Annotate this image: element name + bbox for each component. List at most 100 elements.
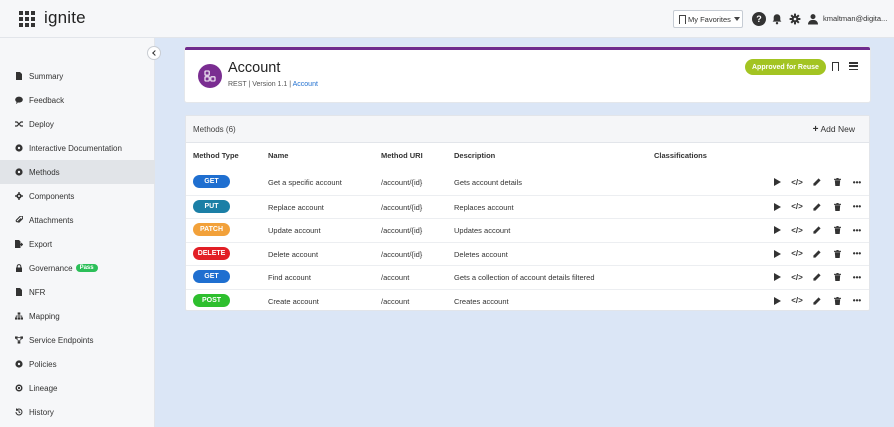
api-component-icon bbox=[198, 64, 222, 88]
settings-gear-icon[interactable] bbox=[788, 12, 802, 26]
play-icon[interactable] bbox=[769, 295, 785, 307]
sidebar-item-deploy[interactable]: Deploy bbox=[0, 112, 155, 136]
method-name[interactable]: Update account bbox=[268, 226, 321, 235]
edit-pencil-icon[interactable] bbox=[809, 248, 825, 260]
sidebar-item-export[interactable]: Export bbox=[0, 232, 155, 256]
edit-pencil-icon[interactable] bbox=[809, 176, 825, 188]
help-icon[interactable]: ? bbox=[752, 12, 766, 26]
table-row[interactable]: PUT Replace account/account/{id} Replaces … bbox=[186, 194, 869, 219]
my-favorites-dropdown[interactable]: My Favorites bbox=[673, 10, 743, 28]
sidebar-item-summary[interactable]: Summary bbox=[0, 64, 155, 88]
trash-icon[interactable] bbox=[829, 248, 845, 260]
menu-icon[interactable] bbox=[849, 62, 858, 70]
paperclip-icon bbox=[15, 216, 23, 224]
trash-icon[interactable] bbox=[829, 271, 845, 283]
trash-icon[interactable] bbox=[829, 176, 845, 188]
code-icon[interactable]: </> bbox=[789, 201, 805, 213]
edit-pencil-icon[interactable] bbox=[809, 224, 825, 236]
sidebar-item-label: Interactive Documentation bbox=[29, 143, 122, 153]
code-icon[interactable]: </> bbox=[789, 248, 805, 260]
code-icon[interactable]: </> bbox=[789, 271, 805, 283]
sidebar-item-label: Feedback bbox=[29, 95, 65, 105]
row-actions: </> ••• bbox=[769, 248, 869, 260]
edit-pencil-icon[interactable] bbox=[809, 271, 825, 283]
more-options-icon[interactable]: ••• bbox=[849, 176, 865, 188]
more-options-icon[interactable]: ••• bbox=[849, 224, 865, 236]
table-row[interactable]: GET Get a specific account/account/{id} Ge… bbox=[186, 171, 869, 195]
sidebar-item-components[interactable]: Components bbox=[0, 184, 155, 208]
sidebar-item-attachments[interactable]: Attachments bbox=[0, 208, 155, 232]
app-logo[interactable]: ignite bbox=[44, 8, 86, 28]
sidebar-item-label: Components bbox=[29, 191, 75, 201]
apps-grid-icon[interactable] bbox=[19, 11, 35, 27]
sidebar-item-mapping[interactable]: Mapping bbox=[0, 304, 155, 328]
header-name: Name bbox=[268, 151, 289, 160]
play-icon[interactable] bbox=[769, 201, 785, 213]
method-uri: /account/{id} bbox=[381, 202, 423, 212]
play-icon[interactable] bbox=[769, 248, 785, 260]
table-row[interactable]: DELETE Delete account/account/{id} Deletes… bbox=[186, 241, 869, 266]
row-actions: </> ••• bbox=[769, 295, 869, 307]
trash-icon[interactable] bbox=[829, 224, 845, 236]
trash-icon[interactable] bbox=[829, 201, 845, 213]
methods-panel-header: Methods (6) + Add New bbox=[186, 116, 869, 143]
edit-pencil-icon[interactable] bbox=[809, 201, 825, 213]
account-header-card: Account REST | Version 1.1 | Account App… bbox=[185, 47, 870, 102]
method-name[interactable]: Create account bbox=[268, 297, 319, 306]
sidebar-item-governance[interactable]: Governance Pass bbox=[0, 256, 155, 280]
more-options-icon[interactable]: ••• bbox=[849, 248, 865, 260]
circle-icon bbox=[15, 168, 23, 176]
user-avatar-icon[interactable] bbox=[806, 12, 820, 26]
account-link[interactable]: Account bbox=[293, 81, 318, 88]
trash-icon[interactable] bbox=[829, 295, 845, 307]
bell-icon[interactable] bbox=[770, 12, 784, 26]
method-name[interactable]: Get a specific account bbox=[268, 178, 342, 187]
code-icon[interactable]: </> bbox=[789, 224, 805, 236]
sidebar-item-policies[interactable]: Policies bbox=[0, 352, 155, 376]
sidebar-item-lineage[interactable]: Lineage bbox=[0, 376, 155, 400]
play-icon[interactable] bbox=[769, 271, 785, 283]
more-options-icon[interactable]: ••• bbox=[849, 271, 865, 283]
method-description: Creates account bbox=[454, 296, 509, 306]
chevron-left-icon bbox=[152, 50, 158, 56]
more-options-icon[interactable]: ••• bbox=[849, 295, 865, 307]
history-icon bbox=[15, 408, 23, 416]
code-icon[interactable]: </> bbox=[789, 295, 805, 307]
edit-pencil-icon[interactable] bbox=[809, 295, 825, 307]
play-icon[interactable] bbox=[769, 224, 785, 236]
sitemap-icon bbox=[15, 312, 23, 320]
sidebar-item-label: Methods bbox=[29, 167, 60, 177]
sidebar-item-feedback[interactable]: Feedback bbox=[0, 88, 155, 112]
method-name[interactable]: Delete account bbox=[268, 250, 318, 259]
sidebar-item-methods[interactable]: Methods bbox=[0, 160, 155, 184]
sidebar-item-history[interactable]: History bbox=[0, 400, 155, 424]
row-actions: </> ••• bbox=[769, 224, 869, 236]
row-actions: </> ••• bbox=[769, 271, 869, 283]
sidebar-item-nfr[interactable]: NFR bbox=[0, 280, 155, 304]
method-name[interactable]: Replace account bbox=[268, 203, 324, 212]
comment-icon bbox=[15, 96, 23, 104]
sidebar-item-label: Attachments bbox=[29, 215, 74, 225]
play-icon[interactable] bbox=[769, 176, 785, 188]
sidebar-item-label: Summary bbox=[29, 71, 64, 81]
add-new-button[interactable]: + Add New bbox=[813, 124, 855, 135]
collapse-sidebar-button[interactable] bbox=[147, 46, 161, 60]
more-options-icon[interactable]: ••• bbox=[849, 201, 865, 213]
header-method-type: Method Type bbox=[193, 151, 239, 160]
table-row[interactable]: POST Create account/account Creates accoun… bbox=[186, 288, 869, 313]
sidebar-item-service-endpoints[interactable]: Service Endpoints bbox=[0, 328, 155, 352]
method-name[interactable]: Find account bbox=[268, 273, 311, 282]
bookmark-icon[interactable] bbox=[832, 62, 839, 71]
account-subtitle-prefix: REST | Version 1.1 | bbox=[228, 81, 293, 88]
sidebar-item-interactive-documentation[interactable]: Interactive Documentation bbox=[0, 136, 155, 160]
table-row[interactable]: GET Find account/account Gets a collection… bbox=[186, 265, 869, 289]
page-title: Account bbox=[228, 60, 281, 76]
method-description: Gets account details bbox=[454, 178, 522, 187]
header-description: Description bbox=[454, 151, 496, 160]
gear-icon bbox=[15, 192, 23, 200]
table-row[interactable]: PATCH Update account/account/{id} Updates … bbox=[186, 218, 869, 242]
username[interactable]: kmaltman@digita... bbox=[823, 14, 893, 23]
table-header: Method Type Name Method URI Description … bbox=[186, 151, 869, 163]
sidebar-item-label: NFR bbox=[29, 287, 46, 297]
code-icon[interactable]: </> bbox=[789, 176, 805, 188]
